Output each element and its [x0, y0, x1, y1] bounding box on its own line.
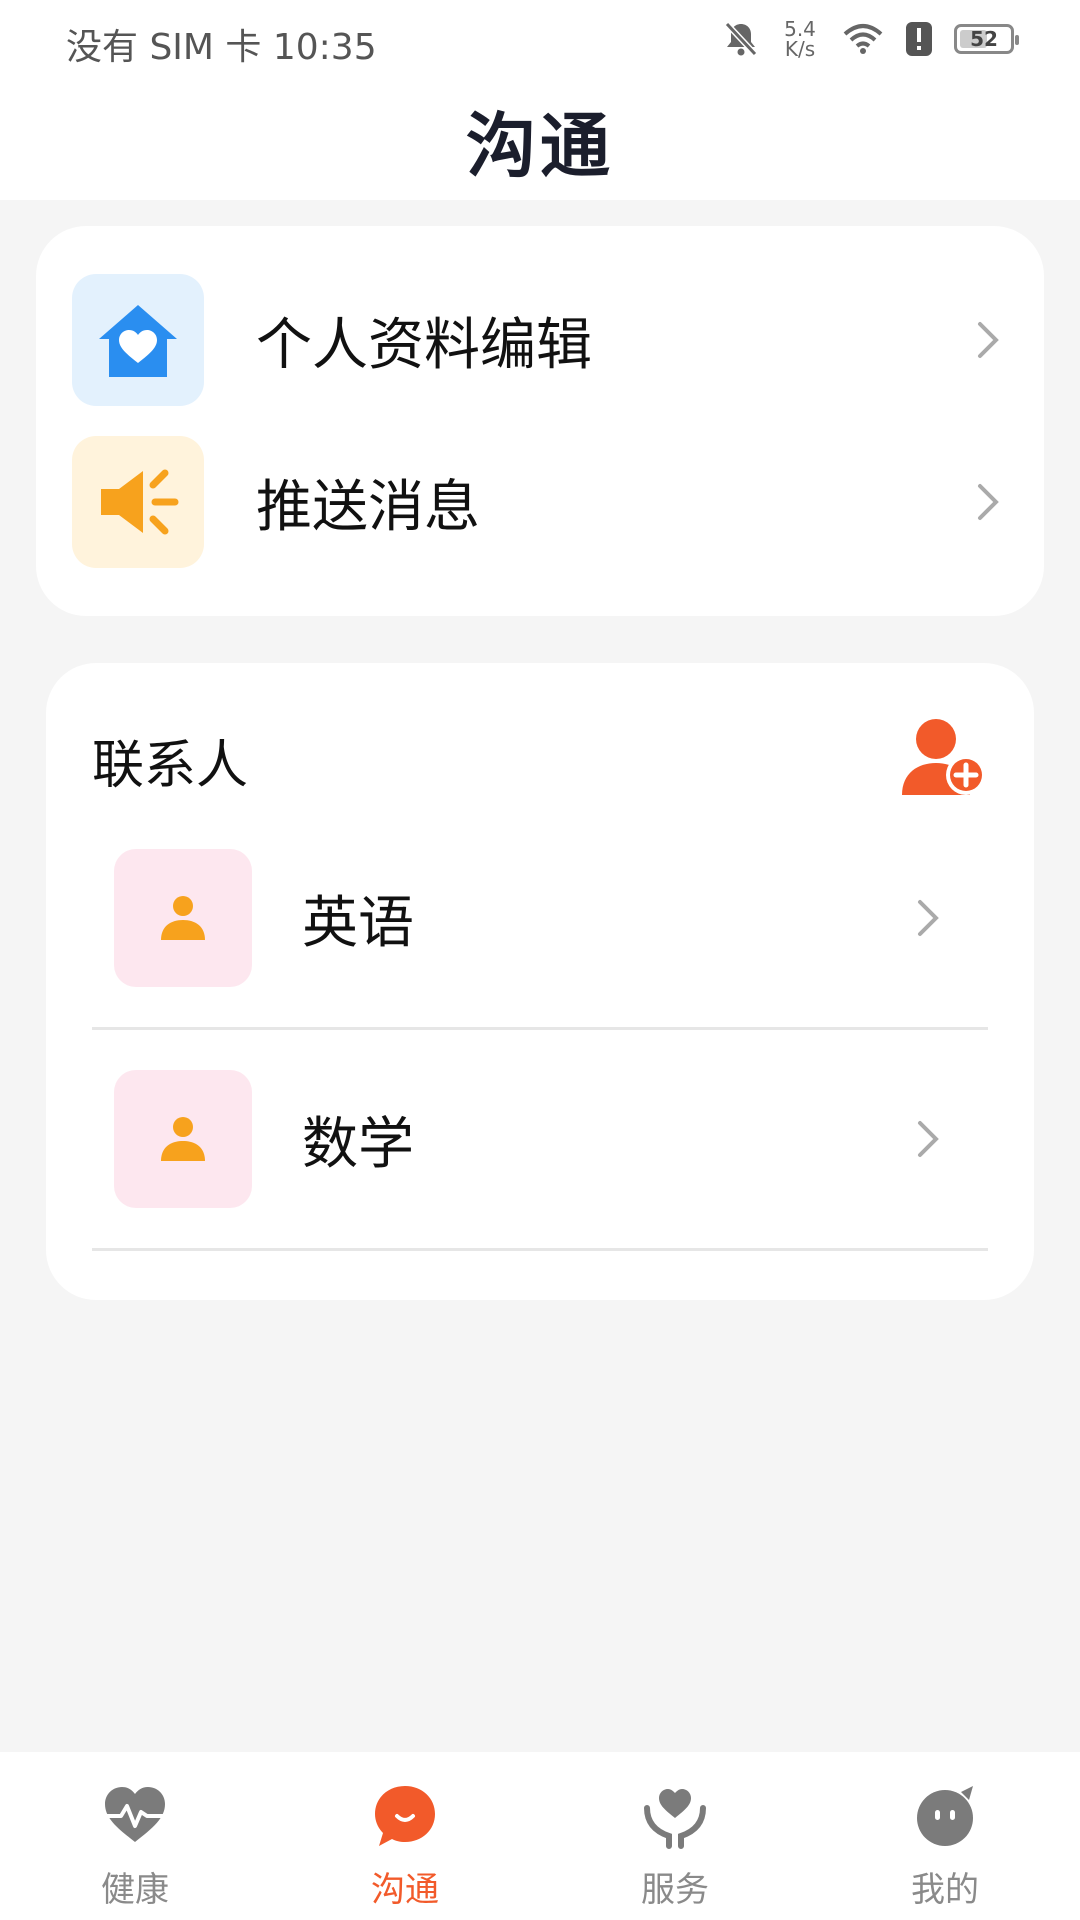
heartbeat-icon [105, 1787, 165, 1842]
chevron-right-icon [968, 310, 1008, 370]
person-icon [114, 849, 252, 987]
nav-item-service[interactable]: 服务 [540, 1752, 810, 1920]
alert-icon [906, 22, 932, 56]
menu-item-label: 推送消息 [256, 474, 480, 540]
settings-card: 个人资料编辑 推送消息 [36, 226, 1044, 616]
contacts-title: 联系人 [92, 736, 249, 796]
menu-item-label: 个人资料编辑 [256, 312, 592, 378]
hands-heart-icon [644, 1789, 706, 1849]
chevron-right-icon [968, 472, 1008, 532]
status-bar: 没有 SIM 卡 10:35 5.4 K/s 52 [0, 0, 1080, 80]
chevron-right-icon [908, 888, 948, 948]
menu-item-profile-edit[interactable]: 个人资料编辑 [72, 274, 1008, 406]
contacts-card: 联系人 英语 数学 [46, 663, 1034, 1300]
speaker-icon [72, 436, 204, 568]
bottom-nav: 健康 沟通 服务 我的 [0, 1752, 1080, 1920]
home-heart-icon [72, 274, 204, 406]
nav-item-profile[interactable]: 我的 [810, 1752, 1080, 1920]
nav-item-health[interactable]: 健康 [0, 1752, 270, 1920]
wifi-icon [843, 24, 883, 54]
nav-label: 沟通 [371, 1870, 439, 1910]
mute-bell-icon [724, 21, 758, 57]
nav-label: 健康 [101, 1870, 169, 1910]
chat-icon [375, 1786, 435, 1846]
person-icon [114, 1070, 252, 1208]
contact-name: 英语 [302, 890, 414, 956]
nav-label: 服务 [641, 1870, 709, 1910]
status-icons: 5.4 K/s 52 [724, 16, 1019, 62]
page-title: 沟通 [466, 104, 614, 187]
battery-icon: 52 [954, 24, 1019, 54]
profile-face-icon [917, 1786, 973, 1846]
chevron-right-icon [908, 1109, 948, 1169]
contact-item-math[interactable]: 数学 [92, 1030, 988, 1251]
menu-item-push-messages[interactable]: 推送消息 [72, 436, 1008, 568]
contact-name: 数学 [302, 1111, 414, 1177]
page-header: 沟通 [0, 80, 1080, 200]
nav-label: 我的 [911, 1870, 979, 1910]
contact-item-english[interactable]: 英语 [92, 809, 988, 1030]
net-speed: 5.4 K/s [784, 17, 816, 61]
add-person-icon[interactable] [900, 715, 988, 803]
nav-item-chat[interactable]: 沟通 [270, 1752, 540, 1920]
carrier-time: 没有 SIM 卡 10:35 [66, 27, 377, 68]
